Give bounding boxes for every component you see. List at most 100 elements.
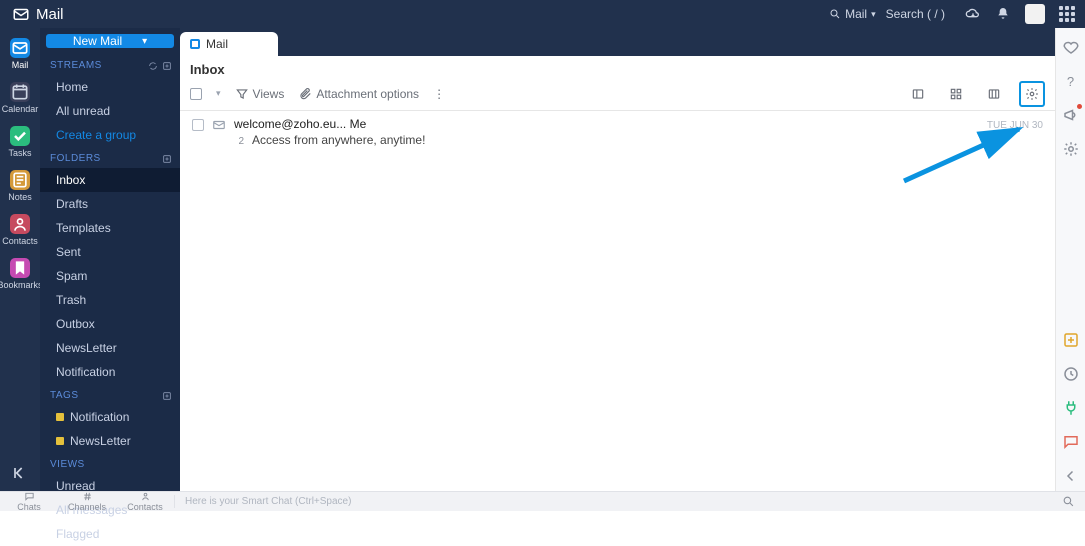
layout-btn-1[interactable] [905,81,931,107]
bell-icon[interactable] [995,6,1011,22]
plus-icon [162,61,172,71]
view-flagged[interactable]: Flagged [40,522,180,546]
streams-all-unread[interactable]: All unread [40,99,180,123]
sidebar-item-label: Inbox [56,173,85,187]
message-count: 2 [234,136,244,147]
message-row[interactable]: welcome@zoho.eu... Me 2 Access from anyw… [180,111,1055,153]
attachment-options-btn[interactable]: Attachment options [298,87,419,101]
sidebar-item-label: Flagged [56,527,99,541]
sidebar-item-label: Notification [56,365,115,379]
new-mail-button[interactable]: New Mail ▾ [46,34,174,48]
sidebar-item-label: Outbox [56,317,95,331]
tab-bar: Mail [180,28,1055,56]
views-header: VIEWS [40,453,180,474]
bottom-bar: Chats Channels Contacts Here is your Sma… [0,491,1085,511]
app-rail: Mail Calendar Tasks Notes Contacts Bookm… [0,28,40,491]
rail-label: Contacts [2,236,38,246]
more-menu[interactable]: ⋮ [433,87,445,101]
cloud-download-icon[interactable] [965,6,981,22]
layout-btn-2[interactable] [943,81,969,107]
plus-icon [162,154,172,164]
sidebar-item-label: Home [56,80,88,94]
widget-help[interactable]: ? [1062,72,1080,90]
select-all-dropdown[interactable]: ▾ [216,88,221,99]
collapse-icon [10,463,30,483]
rail-mail[interactable]: Mail [3,34,37,74]
gear-icon [1025,87,1039,101]
streams-actions[interactable] [148,61,172,71]
brand-title: Mail [36,6,64,23]
folder-templates[interactable]: Templates [40,216,180,240]
refresh-icon [148,61,158,71]
gear-icon [1062,140,1080,158]
tags-add[interactable] [162,391,172,401]
search-input[interactable]: Search ( / ) [886,7,945,21]
top-right [955,4,1085,24]
note-icon [10,170,30,190]
folders-add[interactable] [162,154,172,164]
tab-mail[interactable]: Mail [180,32,278,56]
rail-bookmarks[interactable]: Bookmarks [3,254,37,294]
widget-settings[interactable] [1062,140,1080,158]
message-date: TUE JUN 30 [987,120,1043,131]
bottom-tab-chats[interactable]: Chats [0,491,58,512]
sidebar-item-label: Sent [56,245,81,259]
brand: Mail [0,5,76,23]
rail-collapse[interactable] [3,463,37,483]
widget-notifications[interactable] [1062,106,1080,124]
folder-outbox[interactable]: Outbox [40,312,180,336]
rail-contacts[interactable]: Contacts [3,210,37,250]
widget-chat[interactable] [1062,433,1080,451]
streams-header: STREAMS [40,54,180,75]
plug-icon [1062,399,1080,417]
grid-icon [949,87,963,101]
folder-drafts[interactable]: Drafts [40,192,180,216]
row-checkbox[interactable] [192,119,204,131]
views-btn[interactable]: Views [235,87,285,101]
tag-color-swatch [56,437,64,445]
streams-home[interactable]: Home [40,75,180,99]
folder-notification[interactable]: Notification [40,360,180,384]
folder-trash[interactable]: Trash [40,288,180,312]
apps-grid-icon[interactable] [1059,6,1075,22]
settings-button[interactable] [1019,81,1045,107]
tags-header: TAGS [40,384,180,405]
folder-inbox[interactable]: Inbox [40,168,180,192]
widget-plugin[interactable] [1062,399,1080,417]
sidebar-item-label: Notification [70,410,129,424]
envelope-icon [212,118,226,132]
folder-newsletter[interactable]: NewsLetter [40,336,180,360]
sidebar-item-label: Templates [56,221,111,235]
section-title: FOLDERS [50,153,101,164]
widget-expand[interactable] [1062,467,1080,485]
smart-chat-input[interactable]: Here is your Smart Chat (Ctrl+Space) [174,495,1085,508]
widget-history[interactable] [1062,365,1080,383]
search-scope-label: Mail [845,7,867,21]
folder-sent[interactable]: Sent [40,240,180,264]
widget-add[interactable] [1062,331,1080,349]
person-icon [140,491,151,502]
plus-square-icon [1062,331,1080,349]
message-subject: Access from anywhere, anytime! [252,133,425,147]
list-title: Inbox [180,56,1055,81]
folder-spam[interactable]: Spam [40,264,180,288]
bottom-tab-contacts[interactable]: Contacts [116,491,174,512]
plus-icon [162,391,172,401]
streams-create-group[interactable]: Create a group [40,123,180,147]
funnel-icon [235,87,249,101]
rail-calendar[interactable]: Calendar [3,78,37,118]
rail-label: Mail [12,60,29,70]
rail-notes[interactable]: Notes [3,166,37,206]
avatar[interactable] [1025,4,1045,24]
widget-favorite[interactable] [1062,38,1080,56]
layout-btn-3[interactable] [981,81,1007,107]
tag-newsletter[interactable]: NewsLetter [40,429,180,453]
select-all-checkbox[interactable] [190,88,202,100]
mail-icon [10,38,30,58]
rail-tasks[interactable]: Tasks [3,122,37,162]
sidebar-item-label: NewsLetter [70,434,131,448]
search-scope[interactable]: Mail ▾ [829,7,876,21]
search-placeholder: Search ( / ) [886,7,945,21]
tag-notification[interactable]: Notification [40,405,180,429]
bottom-tab-channels[interactable]: Channels [58,491,116,512]
